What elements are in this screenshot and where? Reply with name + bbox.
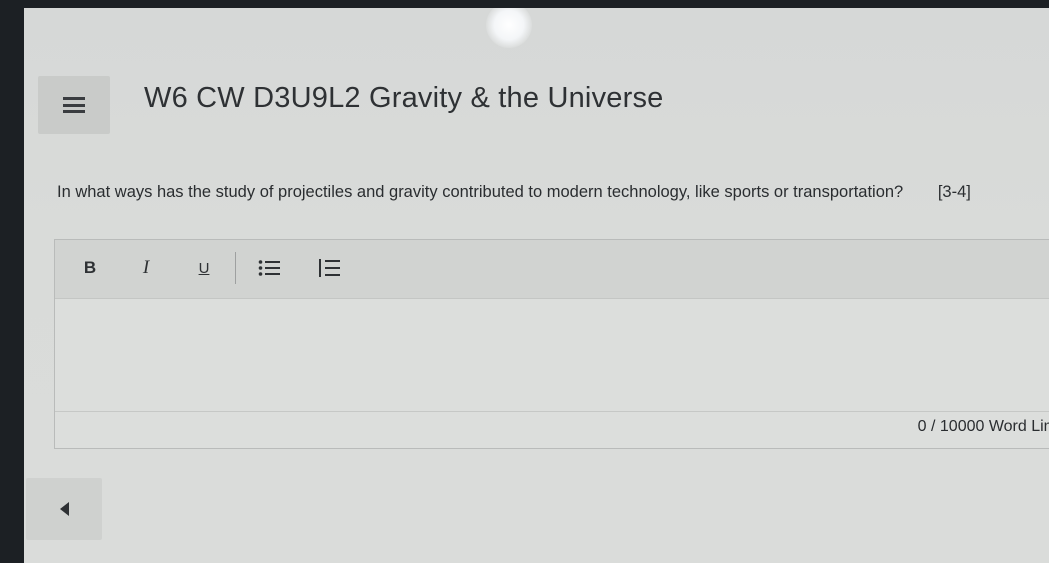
italic-button[interactable]: I — [135, 256, 157, 280]
answer-text-area[interactable] — [55, 299, 1049, 411]
numbered-list-button[interactable] — [315, 256, 343, 280]
question-prompt: In what ways has the study of projectile… — [57, 180, 1017, 204]
bulleted-list-icon — [258, 260, 280, 276]
caret-left-icon — [60, 502, 69, 516]
hamburger-menu-icon — [63, 97, 85, 113]
toolbar-divider — [235, 252, 236, 284]
page-title: W6 CW D3U9L2 Gravity & the Universe — [144, 82, 664, 114]
bulleted-list-button[interactable] — [255, 256, 283, 280]
answer-editor: B I U 0 / 10000 Word Li — [54, 239, 1049, 449]
question-text: In what ways has the study of projectile… — [57, 183, 904, 201]
previous-button[interactable] — [26, 478, 102, 540]
bold-button[interactable]: B — [79, 256, 101, 280]
underline-button[interactable]: U — [193, 256, 215, 280]
word-limit-counter: 0 / 10000 Word Limit — [917, 418, 1049, 435]
editor-footer-divider — [55, 411, 1049, 412]
menu-button[interactable] — [38, 76, 110, 134]
screen-glare — [486, 8, 532, 48]
points-range: [3-4] — [937, 183, 971, 201]
screen: W6 CW D3U9L2 Gravity & the Universe In w… — [24, 8, 1049, 563]
numbered-list-icon — [319, 259, 340, 277]
editor-toolbar: B I U — [55, 240, 1049, 299]
